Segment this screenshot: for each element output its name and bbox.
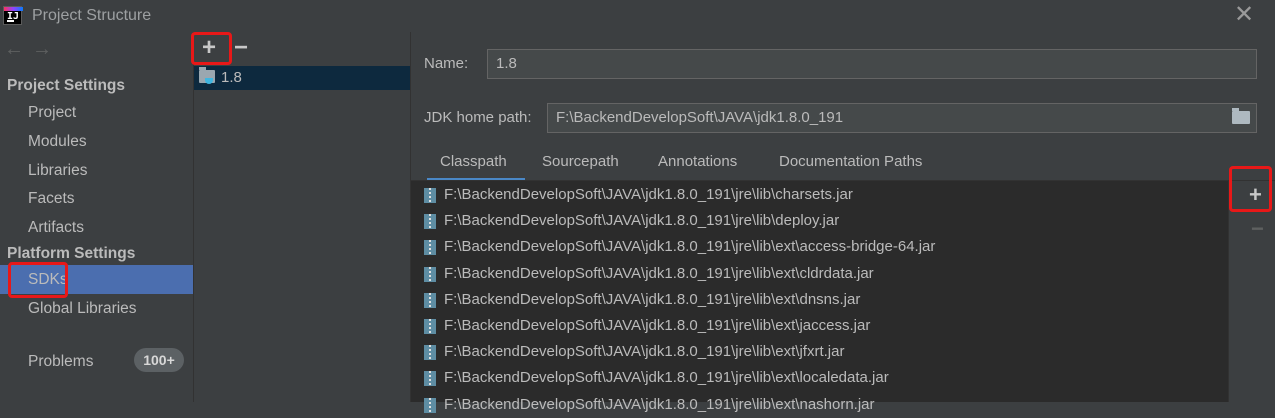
title-bar: IJ Project Structure ✕ [0,0,1275,32]
sidebar-item-artifacts[interactable]: Artifacts [28,219,84,237]
classpath-row[interactable]: F:\BackendDevelopSoft\JAVA\jdk1.8.0_191\… [411,261,1228,287]
tab-documentation-paths[interactable]: Documentation Paths [779,153,922,170]
jar-archive-icon [424,397,436,413]
name-field[interactable]: 1.8 [487,49,1257,79]
classpath-row[interactable]: F:\BackendDevelopSoft\JAVA\jdk1.8.0_191\… [411,287,1228,313]
sdk-list [194,66,410,402]
classpath-row[interactable]: F:\BackendDevelopSoft\JAVA\jdk1.8.0_191\… [411,208,1228,234]
problems-count-badge: 100+ [134,348,184,372]
jar-archive-icon [424,345,436,361]
add-path-button[interactable]: + [1249,182,1262,208]
intellij-app-icon: IJ [3,6,23,25]
project-settings-header: Project Settings [7,77,125,94]
sidebar-item-sdks-selected[interactable]: SDKs [0,265,193,294]
classpath-path: F:\BackendDevelopSoft\JAVA\jdk1.8.0_191\… [444,343,845,361]
sdk-details-panel: Name: 1.8 JDK home path: F:\BackendDevel… [411,32,1275,413]
classpath-path: F:\BackendDevelopSoft\JAVA\jdk1.8.0_191\… [444,369,889,387]
jdk-folder-icon [199,67,215,84]
jar-archive-icon [424,266,436,282]
classpath-path: F:\BackendDevelopSoft\JAVA\jdk1.8.0_191\… [444,264,874,282]
jar-archive-icon [424,188,436,203]
sidebar-item-sdks: SDKs [28,271,68,288]
jar-archive-icon [424,371,436,387]
add-sdk-button[interactable]: + [202,34,216,62]
jdk-home-path-field[interactable]: F:\BackendDevelopSoft\JAVA\jdk1.8.0_191 [547,103,1257,133]
classpath-path: F:\BackendDevelopSoft\JAVA\jdk1.8.0_191\… [444,290,861,308]
classpath-path: F:\BackendDevelopSoft\JAVA\jdk1.8.0_191\… [444,186,853,203]
remove-sdk-button[interactable]: − [234,34,248,62]
platform-settings-header: Platform Settings [7,245,136,262]
classpath-path: F:\BackendDevelopSoft\JAVA\jdk1.8.0_191\… [444,212,840,230]
sdk-item-label: 1.8 [221,69,242,86]
classpath-row[interactable]: F:\BackendDevelopSoft\JAVA\jdk1.8.0_191\… [411,392,1228,418]
sidebar-item-project[interactable]: Project [28,104,76,122]
jar-archive-icon [424,292,436,308]
tab-sourcepath[interactable]: Sourcepath [542,153,619,170]
window-title: Project Structure [32,7,152,24]
remove-path-button[interactable]: − [1251,216,1264,242]
tab-annotations[interactable]: Annotations [658,153,737,170]
browse-folder-icon[interactable] [1232,108,1250,124]
sidebar-item-libraries[interactable]: Libraries [28,162,87,180]
sdk-list-item[interactable]: 1.8 [194,66,410,90]
settings-sidebar: ←→ Project Settings Project Modules Libr… [0,32,193,402]
classpath-path: F:\BackendDevelopSoft\JAVA\jdk1.8.0_191\… [444,317,871,334]
sidebar-item-facets[interactable]: Facets [28,190,75,208]
jar-archive-icon [424,319,436,334]
classpath-row[interactable]: F:\BackendDevelopSoft\JAVA\jdk1.8.0_191\… [411,234,1228,260]
classpath-row[interactable]: F:\BackendDevelopSoft\JAVA\jdk1.8.0_191\… [411,313,1228,339]
jar-archive-icon [424,214,436,230]
classpath-path: F:\BackendDevelopSoft\JAVA\jdk1.8.0_191\… [444,395,875,413]
classpath-row[interactable]: F:\BackendDevelopSoft\JAVA\jdk1.8.0_191\… [411,339,1228,365]
nav-arrows: ←→ [4,38,60,61]
jdk-home-path-value: F:\BackendDevelopSoft\JAVA\jdk1.8.0_191 [556,109,844,126]
tab-classpath[interactable]: Classpath [440,153,507,170]
classpath-row[interactable]: F:\BackendDevelopSoft\JAVA\jdk1.8.0_191\… [411,365,1228,391]
sidebar-item-global-libraries[interactable]: Global Libraries [28,300,137,318]
sidebar-item-modules[interactable]: Modules [28,133,87,151]
jdk-home-path-label: JDK home path: [424,109,532,126]
back-arrow-icon[interactable]: ← [4,38,32,60]
sdk-list-panel: + − 1.8 [194,32,410,402]
classpath-row[interactable]: F:\BackendDevelopSoft\JAVA\jdk1.8.0_191\… [411,182,1228,208]
classpath-path: F:\BackendDevelopSoft\JAVA\jdk1.8.0_191\… [444,238,936,256]
jar-archive-icon [424,240,436,256]
sidebar-item-problems[interactable]: Problems [28,353,93,371]
name-label: Name: [424,55,469,72]
list-divider [1228,181,1229,402]
forward-arrow-icon[interactable]: → [32,38,60,60]
close-icon[interactable]: ✕ [1233,2,1255,28]
